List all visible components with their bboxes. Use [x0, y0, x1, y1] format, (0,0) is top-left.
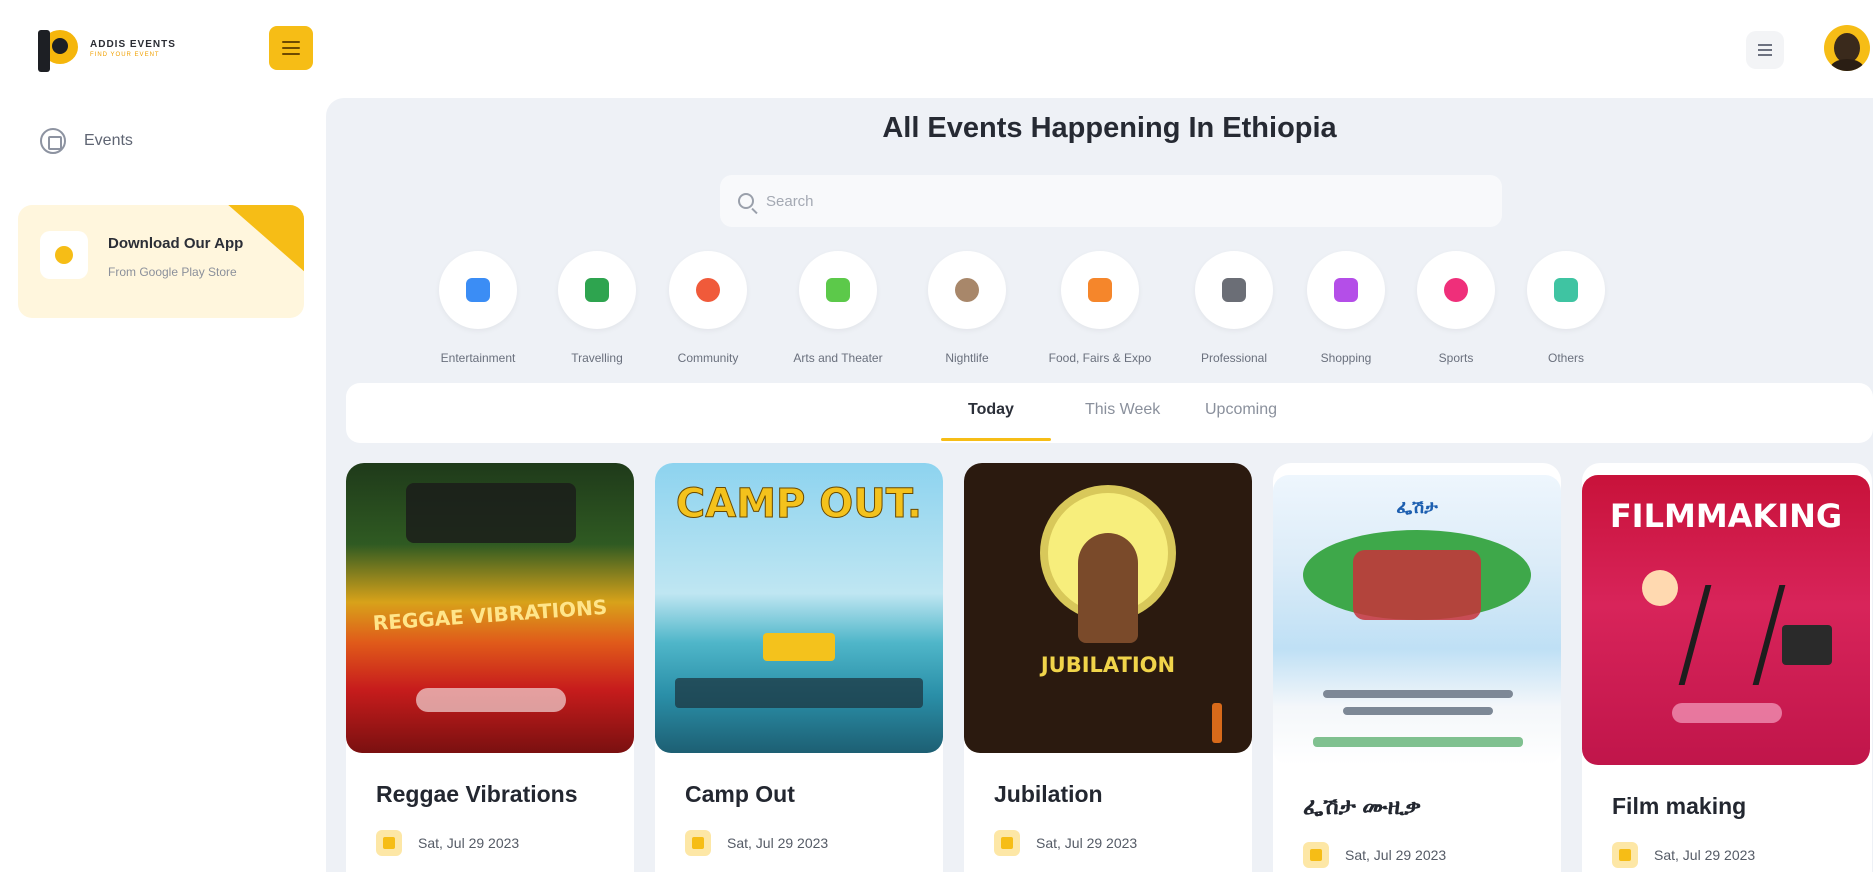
category-label: Community — [677, 351, 739, 365]
poster-caption: FILMMAKING — [1609, 497, 1843, 535]
utensils-icon — [1088, 278, 1112, 302]
category-community[interactable]: Community — [648, 251, 768, 365]
category-label: Professional — [1200, 351, 1268, 365]
sidebar-item-label: Events — [84, 132, 133, 149]
calendar-icon — [685, 830, 711, 856]
briefcase-icon — [1222, 278, 1246, 302]
heart-icon — [696, 278, 720, 302]
calendar-icon — [1612, 842, 1638, 868]
tab-today[interactable]: Today — [968, 401, 1014, 419]
header-menu-button[interactable] — [1746, 31, 1784, 69]
category-nightlife[interactable]: Nightlife — [907, 251, 1027, 365]
event-card[interactable]: JUBILATION Jubilation Sat, Jul 29 2023 — [964, 463, 1252, 872]
logo-icon — [34, 22, 82, 74]
event-poster: FILMMAKING — [1582, 475, 1870, 765]
compass-icon — [40, 128, 66, 154]
category-professional[interactable]: Professional — [1174, 251, 1294, 365]
event-card[interactable]: FILMMAKING Film making Sat, Jul 29 2023 — [1582, 463, 1872, 872]
event-date-text: Sat, Jul 29 2023 — [1654, 847, 1756, 863]
calendar-icon — [1303, 842, 1329, 868]
poster-caption: REGGAE VIBRATIONS — [372, 594, 608, 636]
event-date: Sat, Jul 29 2023 — [1303, 842, 1446, 868]
event-card[interactable]: CAMP OUT. Camp Out Sat, Jul 29 2023 — [655, 463, 943, 872]
event-poster: CAMP OUT. — [655, 463, 943, 753]
download-app-subtitle: From Google Play Store — [108, 265, 237, 279]
category-travelling[interactable]: Travelling — [537, 251, 657, 365]
category-label: Shopping — [1320, 351, 1372, 365]
event-date: Sat, Jul 29 2023 — [1612, 842, 1755, 868]
grid-icon — [1554, 278, 1578, 302]
event-card-list: REGGAE VIBRATIONS Reggae Vibrations Sat,… — [326, 463, 1873, 872]
search-bar[interactable] — [720, 175, 1502, 227]
sidebar-item-events[interactable]: Events — [40, 128, 133, 154]
category-label: Others — [1547, 351, 1584, 365]
drink-icon — [955, 278, 979, 302]
event-poster: REGGAE VIBRATIONS — [346, 463, 634, 753]
category-shopping[interactable]: Shopping — [1286, 251, 1406, 365]
event-card[interactable]: REGGAE VIBRATIONS Reggae Vibrations Sat,… — [346, 463, 634, 872]
avatar[interactable] — [1824, 25, 1870, 71]
event-date: Sat, Jul 29 2023 — [376, 830, 519, 856]
sidebar: ADDIS EVENTS FIND YOUR EVENT Events Down… — [0, 0, 326, 872]
event-date-text: Sat, Jul 29 2023 — [1036, 835, 1138, 851]
menu-toggle-button[interactable] — [269, 26, 313, 70]
ball-icon — [1444, 278, 1468, 302]
category-arts-theater[interactable]: Arts and Theater — [778, 251, 898, 365]
top-header — [326, 0, 1873, 98]
category-food-fairs-expo[interactable]: Food, Fairs & Expo — [1040, 251, 1160, 365]
download-app-title: Download Our App — [108, 235, 244, 252]
category-list: Entertainment Travelling Community Arts … — [326, 251, 1873, 365]
travel-icon — [585, 278, 609, 302]
active-tab-indicator — [941, 438, 1051, 441]
event-title: Film making — [1612, 793, 1747, 819]
event-title: ፌሽታ ሙዚቃ — [1303, 793, 1422, 819]
category-label: Arts and Theater — [793, 351, 883, 365]
tab-upcoming[interactable]: Upcoming — [1205, 401, 1277, 419]
category-label: Nightlife — [945, 351, 989, 365]
poster-caption: JUBILATION — [1040, 653, 1176, 677]
category-label: Sports — [1438, 351, 1474, 365]
download-app-card[interactable]: Download Our App From Google Play Store — [18, 205, 304, 318]
music-icon — [466, 278, 490, 302]
search-input[interactable] — [766, 192, 1466, 210]
category-entertainment[interactable]: Entertainment — [418, 251, 538, 365]
event-poster: JUBILATION — [964, 463, 1252, 753]
event-poster: ፌሽታ — [1273, 475, 1561, 765]
category-label: Travelling — [571, 351, 623, 365]
category-sports[interactable]: Sports — [1396, 251, 1516, 365]
calendar-icon — [376, 830, 402, 856]
search-icon — [738, 193, 754, 209]
theater-icon — [826, 278, 850, 302]
shopping-bag-icon — [1334, 278, 1358, 302]
calendar-icon — [994, 830, 1020, 856]
poster-caption: ፌሽታ — [1396, 497, 1438, 518]
brand-name: ADDIS EVENTS — [90, 38, 176, 50]
event-date-text: Sat, Jul 29 2023 — [727, 835, 829, 851]
brand-logo[interactable]: ADDIS EVENTS FIND YOUR EVENT — [34, 22, 176, 74]
event-date-text: Sat, Jul 29 2023 — [418, 835, 520, 851]
page-title: All Events Happening In Ethiopia — [882, 112, 1337, 144]
event-card[interactable]: ፌሽታ ፌሽታ ሙዚቃ Sat, Jul 29 2023 — [1273, 463, 1561, 872]
tab-this-week[interactable]: This Week — [1085, 401, 1160, 419]
play-store-icon — [40, 231, 88, 279]
brand-tagline: FIND YOUR EVENT — [90, 51, 160, 58]
event-date: Sat, Jul 29 2023 — [685, 830, 828, 856]
main-content: All Events Happening In Ethiopia Enterta… — [326, 98, 1873, 872]
event-date: Sat, Jul 29 2023 — [994, 830, 1137, 856]
category-label: Entertainment — [440, 351, 516, 365]
event-title: Camp Out — [685, 781, 795, 807]
event-title: Reggae Vibrations — [376, 781, 578, 807]
event-title: Jubilation — [994, 781, 1103, 807]
event-tabs: Today This Week Upcoming — [346, 383, 1873, 443]
category-others[interactable]: Others — [1506, 251, 1626, 365]
event-date-text: Sat, Jul 29 2023 — [1345, 847, 1447, 863]
category-label: Food, Fairs & Expo — [1048, 351, 1152, 365]
poster-caption: CAMP OUT. — [675, 481, 923, 528]
